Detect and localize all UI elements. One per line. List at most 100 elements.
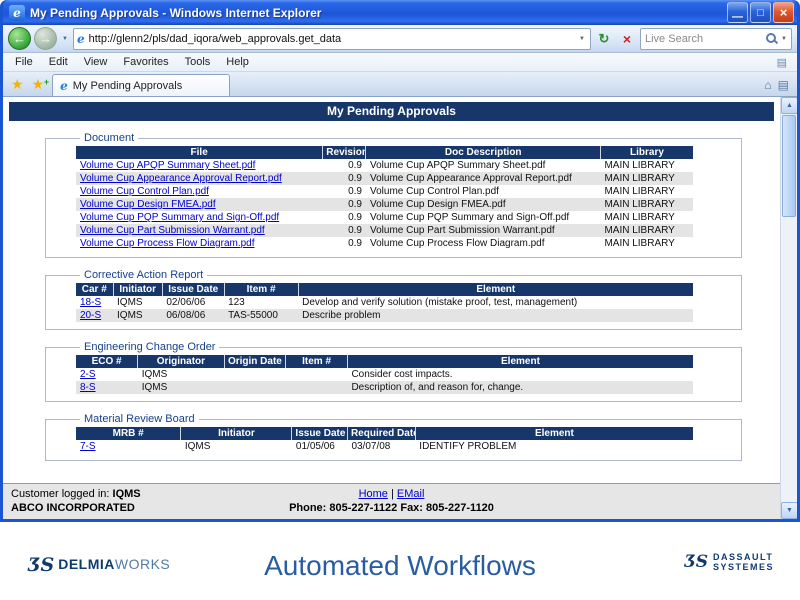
scrollbar-thumb[interactable] <box>782 115 796 217</box>
dassault-systemes-logo: ƷS DASSAULT SYSTEMES <box>685 552 774 572</box>
table-cell: Volume Cup Design FMEA.pdf <box>76 198 323 211</box>
column-header: Item # <box>224 283 298 296</box>
scroll-down-button[interactable]: ▼ <box>781 502 797 519</box>
table-cell: Description of, and reason for, change. <box>347 381 693 394</box>
navigation-bar: ← → ▼ e http://glenn2/pls/dad_iqora/web_… <box>3 25 797 53</box>
table-cell: Volume Cup Part Submission Warrant.pdf <box>366 224 600 237</box>
record-link[interactable]: Volume Cup PQP Summary and Sign-Off.pdf <box>80 212 279 223</box>
history-dropdown-icon[interactable]: ▼ <box>60 36 70 42</box>
plus-icon: + <box>44 77 49 87</box>
favorites-star-icon[interactable]: ★ <box>7 76 28 96</box>
table-cell: MAIN LIBRARY <box>600 224 693 237</box>
add-favorite-icon[interactable]: ★+ <box>28 76 49 96</box>
link-separator: | <box>391 488 394 500</box>
refresh-button[interactable]: ↻ <box>594 28 614 50</box>
menu-bar: File Edit View Favorites Tools Help ▤ <box>3 53 797 72</box>
record-link[interactable]: 7-S <box>80 441 96 452</box>
column-header: Element <box>415 427 693 440</box>
section-car-label: Corrective Action Report <box>80 269 207 281</box>
address-dropdown-icon[interactable]: ▼ <box>577 36 587 42</box>
record-link[interactable]: Volume Cup APQP Summary Sheet.pdf <box>80 160 255 171</box>
record-link[interactable]: 20-S <box>80 310 101 321</box>
record-link[interactable]: Volume Cup Control Plan.pdf <box>80 186 209 197</box>
table-cell: 2-S <box>76 368 138 381</box>
branding-band: ƷS DELMIAWORKS Automated Workflows ƷS DA… <box>0 522 800 600</box>
email-link[interactable]: EMail <box>397 488 425 500</box>
table-row: 7-SIQMS01/05/0603/07/08IDENTIFY PROBLEM <box>76 440 693 453</box>
table-cell: IQMS <box>113 296 162 309</box>
table-cell: Volume Cup Control Plan.pdf <box>366 185 600 198</box>
engineering-change-table: ECO #OriginatorOrigin DateItem #Element2… <box>76 355 693 394</box>
table-cell: Volume Cup Appearance Approval Report.pd… <box>366 172 600 185</box>
menu-edit[interactable]: Edit <box>41 56 76 68</box>
table-cell <box>286 368 348 381</box>
table-row: 8-S IQMS Description of, and reason for, c… <box>76 381 693 394</box>
menu-file[interactable]: File <box>7 56 41 68</box>
search-dropdown-icon[interactable]: ▼ <box>781 36 787 42</box>
home-icon[interactable]: ⌂ <box>764 78 771 92</box>
record-link[interactable]: 8-S <box>80 382 96 393</box>
browser-window: e My Pending Approvals - Windows Interne… <box>0 0 800 522</box>
page-favicon: e <box>77 32 85 46</box>
table-row: Volume Cup Design FMEA.pdf0.9Volume Cup … <box>76 198 693 211</box>
menu-favorites[interactable]: Favorites <box>115 56 176 68</box>
print-page-icon[interactable]: ▤ <box>778 78 789 92</box>
table-cell: Volume Cup Process Flow Diagram.pdf <box>366 237 600 250</box>
back-button[interactable]: ← <box>8 27 31 50</box>
table-cell: 20-S <box>76 309 113 322</box>
address-bar[interactable]: e http://glenn2/pls/dad_iqora/web_approv… <box>73 28 591 50</box>
section-eco-label: Engineering Change Order <box>80 341 219 353</box>
vertical-scrollbar[interactable]: ▲ ▼ <box>780 97 797 519</box>
tab-my-pending-approvals[interactable]: e My Pending Approvals <box>52 74 230 96</box>
section-mrb-label: Material Review Board <box>80 413 199 425</box>
search-box[interactable]: Live Search ▼ <box>640 28 792 50</box>
record-link[interactable]: Volume Cup Design FMEA.pdf <box>80 199 216 210</box>
column-header: Initiator <box>181 427 292 440</box>
star-icon: ★ <box>32 76 45 92</box>
record-link[interactable]: Volume Cup Part Submission Warrant.pdf <box>80 225 265 236</box>
dassault-text: DASSAULT <box>713 552 774 562</box>
close-button[interactable]: × <box>773 2 794 23</box>
column-header: Item # <box>286 355 348 368</box>
table-cell <box>224 368 286 381</box>
table-cell: IQMS <box>138 381 224 394</box>
column-header: Originator <box>138 355 224 368</box>
menu-view[interactable]: View <box>76 56 116 68</box>
minimize-button[interactable]: — <box>727 2 748 23</box>
table-cell: Consider cost impacts. <box>347 368 693 381</box>
record-link[interactable]: 2-S <box>80 369 96 380</box>
minimize-icon: — <box>732 11 743 23</box>
table-cell: Describe problem <box>298 309 693 322</box>
section-engineering-change-order: Engineering Change Order ECO #Originator… <box>45 341 742 402</box>
table-row: Volume Cup Control Plan.pdf0.9Volume Cup… <box>76 185 693 198</box>
table-cell <box>224 381 286 394</box>
table-cell: Volume Cup APQP Summary Sheet.pdf <box>76 159 323 172</box>
forward-button[interactable]: → <box>34 27 57 50</box>
address-url: http://glenn2/pls/dad_iqora/web_approval… <box>89 33 573 45</box>
page-icon[interactable]: ▤ <box>777 56 793 69</box>
table-cell: Develop and verify solution (mistake pro… <box>298 296 693 309</box>
table-cell: 03/07/08 <box>347 440 415 453</box>
scroll-up-button[interactable]: ▲ <box>781 97 797 114</box>
table-cell <box>286 381 348 394</box>
document-table: FileRevisionDoc DescriptionLibraryVolume… <box>76 146 693 250</box>
table-row: Volume Cup Part Submission Warrant.pdf0.… <box>76 224 693 237</box>
table-cell: Volume Cup PQP Summary and Sign-Off.pdf <box>76 211 323 224</box>
table-cell: MAIN LIBRARY <box>600 172 693 185</box>
table-cell: IQMS <box>138 368 224 381</box>
table-row: Volume Cup Process Flow Diagram.pdf0.9Vo… <box>76 237 693 250</box>
record-link[interactable]: Volume Cup Process Flow Diagram.pdf <box>80 238 255 249</box>
record-link[interactable]: Volume Cup Appearance Approval Report.pd… <box>80 173 282 184</box>
menu-tools[interactable]: Tools <box>177 56 219 68</box>
column-header: Library <box>600 146 693 159</box>
record-link[interactable]: 18-S <box>80 297 101 308</box>
home-link[interactable]: Home <box>359 488 388 500</box>
stop-button[interactable]: × <box>617 28 637 50</box>
table-cell: Volume Cup PQP Summary and Sign-Off.pdf <box>366 211 600 224</box>
search-icon[interactable] <box>765 32 778 45</box>
maximize-button[interactable]: □ <box>750 2 771 23</box>
table-cell: Volume Cup Process Flow Diagram.pdf <box>76 237 323 250</box>
table-cell: 8-S <box>76 381 138 394</box>
menu-help[interactable]: Help <box>218 56 257 68</box>
column-header: Required Date <box>347 427 415 440</box>
